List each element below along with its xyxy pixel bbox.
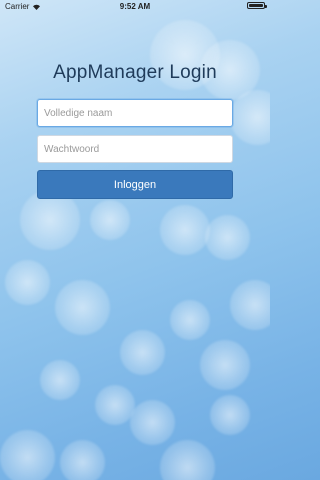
password-field[interactable] [37,135,233,163]
status-right [247,2,267,9]
page-title: AppManager Login [53,62,217,83]
status-bar: Carrier 9:52 AM [0,0,270,14]
battery-icon [247,2,267,9]
full-name-field[interactable] [37,99,233,127]
login-button[interactable]: Inloggen [37,170,233,199]
status-time: 9:52 AM [119,2,151,11]
